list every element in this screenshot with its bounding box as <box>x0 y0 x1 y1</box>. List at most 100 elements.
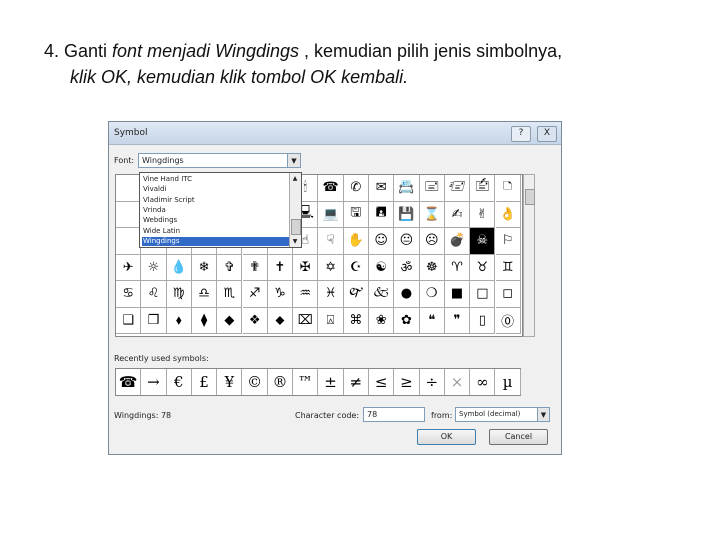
symbol-cell[interactable]: ☹ <box>419 228 445 255</box>
symbol-cell[interactable]: ♎ <box>191 281 218 308</box>
symbol-cell[interactable]: ☎ <box>318 175 344 202</box>
symbol-cell[interactable]: ☯ <box>369 254 395 281</box>
recent-symbol-cell[interactable]: ∞ <box>470 369 496 395</box>
symbol-cell[interactable]: ☠ <box>470 228 496 255</box>
symbol-cell[interactable]: ❀ <box>369 307 395 334</box>
ok-button[interactable]: OK <box>417 429 476 445</box>
recent-symbol-cell[interactable]: ≤ <box>369 369 395 395</box>
symbol-cell[interactable]: ⌘ <box>343 307 369 334</box>
symbol-cell[interactable]: ✟ <box>242 254 268 281</box>
symbol-cell[interactable]: ✍ <box>444 201 471 228</box>
symbol-cell[interactable]: ◻ <box>495 281 521 308</box>
symbol-cell[interactable]: 👌 <box>495 201 521 228</box>
font-list-item[interactable]: Vivaldi <box>142 185 289 194</box>
symbol-cell[interactable]: ● <box>394 281 420 308</box>
symbol-cell[interactable]: 💣 <box>444 228 471 255</box>
symbol-cell[interactable]: ✆ <box>343 175 369 202</box>
recent-symbol-cell[interactable]: © <box>243 369 268 395</box>
close-button[interactable]: X <box>537 126 557 142</box>
symbol-cell[interactable]: ⌛ <box>419 201 445 228</box>
symbol-cell[interactable]: ♉ <box>470 254 496 281</box>
symbol-cell[interactable]: 🖃 <box>419 175 445 202</box>
symbol-cell[interactable]: ⬧ <box>166 307 192 334</box>
symbol-cell[interactable]: 💾 <box>394 201 420 228</box>
symbol-cell[interactable]: ♑ <box>267 281 294 308</box>
symbol-cell[interactable]: ♌ <box>141 281 167 308</box>
symbol-cell[interactable]: ☺ <box>369 228 395 255</box>
recent-symbol-cell[interactable]: → <box>141 369 167 395</box>
symbol-cell[interactable]: 🖫 <box>343 201 369 228</box>
font-list-scroll-thumb[interactable] <box>291 219 301 235</box>
symbol-cell[interactable]: ✋ <box>343 228 369 255</box>
symbol-cell[interactable]: ❒ <box>141 307 167 334</box>
symbol-cell[interactable]: ✡ <box>318 254 344 281</box>
scrollbar-thumb[interactable] <box>525 189 535 205</box>
symbol-cell[interactable]: ♊ <box>495 254 521 281</box>
symbol-cell[interactable]: ⚐ <box>495 228 521 255</box>
recent-symbol-cell[interactable]: € <box>167 369 192 395</box>
symbol-cell[interactable]: ✠ <box>293 254 319 281</box>
symbol-cell[interactable]: ❝ <box>419 307 445 334</box>
symbol-cell[interactable] <box>116 228 142 255</box>
symbol-cell[interactable]: ♈ <box>444 254 471 281</box>
recent-symbol-cell[interactable]: ☎ <box>116 369 142 395</box>
symbol-cell[interactable]: ⍓ <box>318 307 344 334</box>
font-list-item[interactable]: Vine Hand ITC <box>142 175 289 184</box>
recent-symbol-cell[interactable]: £ <box>192 369 218 395</box>
recent-symbol-cell[interactable]: ™ <box>293 369 319 395</box>
recent-symbol-cell[interactable]: µ <box>496 369 521 395</box>
symbol-cell[interactable]: 📇 <box>394 175 420 202</box>
symbol-cell[interactable]: □ <box>470 281 496 308</box>
symbol-cell[interactable]: ✌ <box>470 201 496 228</box>
help-button[interactable]: ? <box>511 126 531 142</box>
from-select[interactable]: Symbol (decimal) <box>455 407 539 422</box>
symbol-cell[interactable]: ⓪ <box>495 307 521 334</box>
scroll-down-icon[interactable]: ▼ <box>291 237 299 246</box>
symbol-cell[interactable]: ⌧ <box>293 307 319 334</box>
from-dropdown-arrow-icon[interactable]: ▼ <box>537 407 550 422</box>
symbol-cell[interactable]: ॐ <box>394 254 420 281</box>
recent-symbol-cell[interactable]: ≥ <box>394 369 420 395</box>
symbol-cell[interactable]: ♏ <box>217 281 243 308</box>
symbol-cell[interactable]: ❍ <box>419 281 445 308</box>
symbol-cell[interactable]: ⧫ <box>191 307 218 334</box>
symbol-cell[interactable]: ✈ <box>116 254 142 281</box>
symbol-cell[interactable]: ◆ <box>217 307 243 334</box>
symbol-cell[interactable]: ❄ <box>191 254 218 281</box>
symbol-cell[interactable]: 🙵 <box>369 281 395 308</box>
symbol-cell[interactable]: ⬥ <box>267 307 294 334</box>
symbol-cell[interactable] <box>116 175 142 202</box>
symbol-cell[interactable]: ❖ <box>242 307 268 334</box>
character-code-input[interactable]: 78 <box>363 407 425 422</box>
symbol-cell[interactable]: ♓ <box>318 281 344 308</box>
symbol-cell[interactable]: ☼ <box>141 254 167 281</box>
recent-symbol-cell[interactable]: ¥ <box>217 369 243 395</box>
symbol-cell[interactable]: ☟ <box>318 228 344 255</box>
recent-symbol-cell[interactable]: × <box>445 369 471 395</box>
symbol-cell[interactable]: 💧 <box>166 254 192 281</box>
symbol-cell[interactable]: ■ <box>444 281 471 308</box>
symbol-cell[interactable]: 😐 <box>394 228 420 255</box>
font-list-item[interactable]: Wingdings <box>142 236 289 246</box>
font-dropdown-arrow-icon[interactable]: ▼ <box>287 153 301 168</box>
symbol-cell[interactable]: ♐ <box>242 281 268 308</box>
symbol-cell[interactable]: ✉ <box>369 175 395 202</box>
cancel-button[interactable]: Cancel <box>489 429 548 445</box>
scroll-up-icon[interactable]: ▲ <box>291 174 299 183</box>
symbol-cell[interactable]: 🖪 <box>369 201 395 228</box>
symbol-cell[interactable]: ❑ <box>116 307 142 334</box>
symbol-cell[interactable]: ♍ <box>166 281 192 308</box>
recent-symbol-cell[interactable]: ≠ <box>344 369 369 395</box>
symbol-cell[interactable]: ♒ <box>293 281 319 308</box>
recent-symbol-cell[interactable]: ® <box>268 369 294 395</box>
symbol-cell[interactable]: ♋ <box>116 281 142 308</box>
symbol-cell[interactable]: 🖅 <box>444 175 471 202</box>
symbol-cell[interactable]: ✞ <box>217 254 243 281</box>
recent-symbol-cell[interactable]: ÷ <box>420 369 445 395</box>
symbol-cell[interactable]: 💻 <box>318 201 344 228</box>
font-list-scrollbar[interactable]: ▲ ▼ <box>289 173 301 247</box>
font-list-item[interactable]: Webdings <box>142 216 289 225</box>
symbol-cell[interactable]: ☪ <box>343 254 369 281</box>
symbol-cell[interactable]: ☸ <box>419 254 445 281</box>
symbol-cell[interactable]: ▯ <box>470 307 496 334</box>
